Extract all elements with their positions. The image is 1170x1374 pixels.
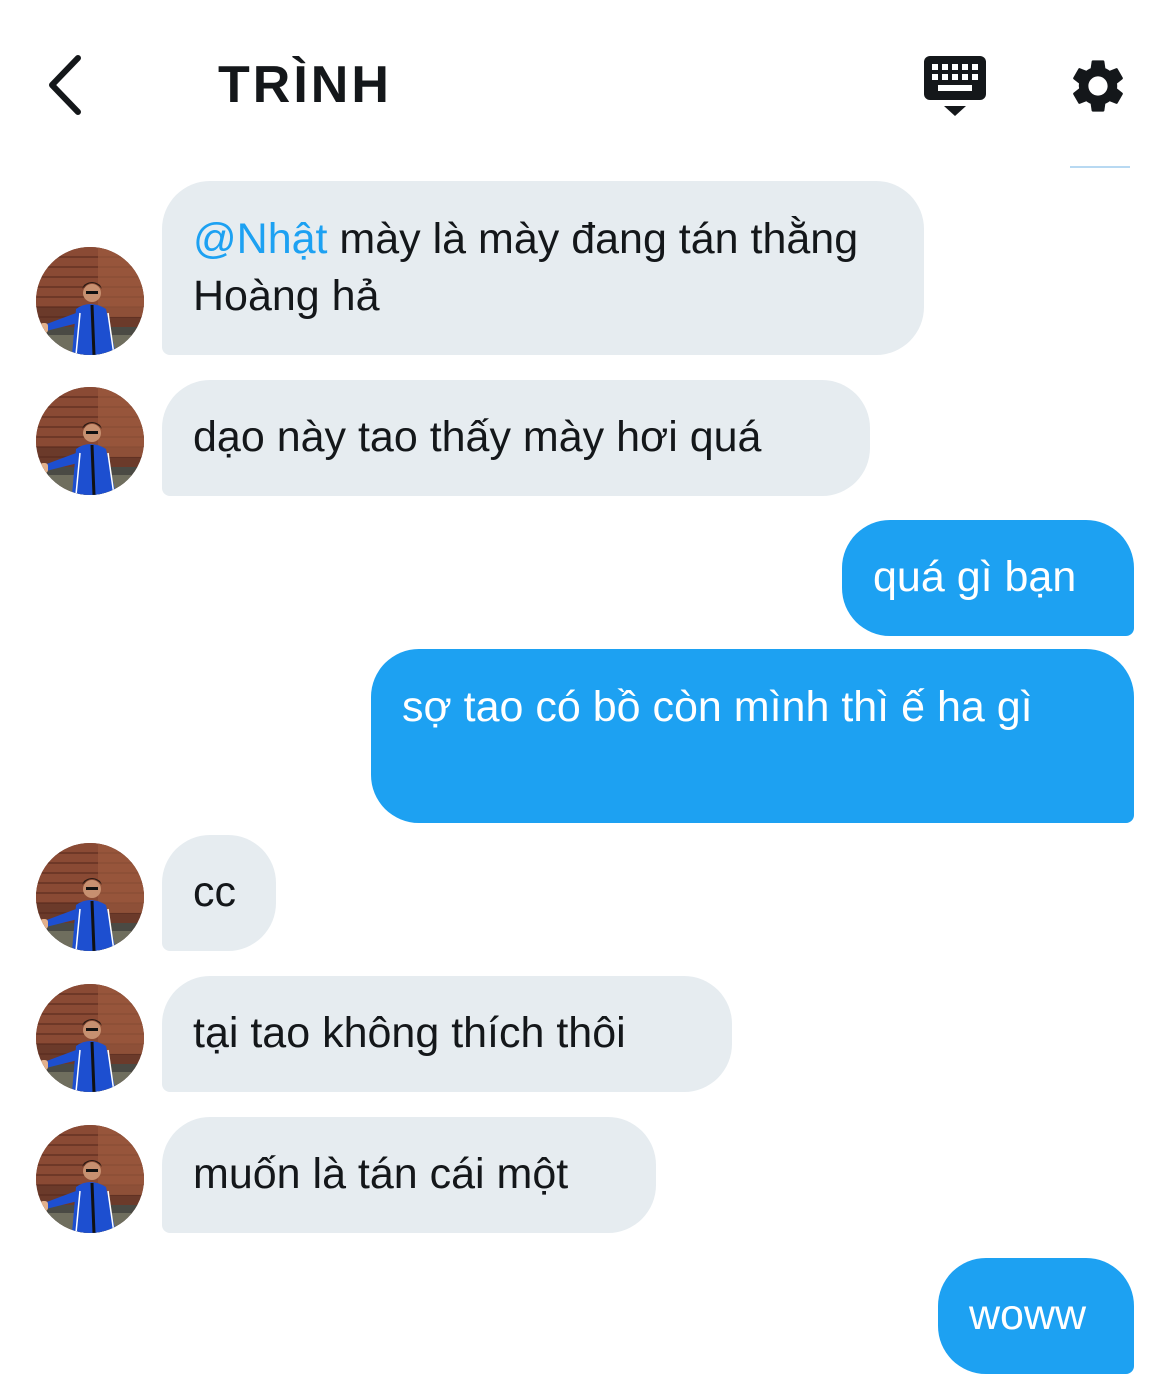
incoming-message[interactable]: cc [162, 835, 276, 951]
message-text: cc [193, 868, 236, 916]
outgoing-message[interactable]: quá gì bạn [842, 520, 1134, 636]
gear-icon [1073, 60, 1123, 112]
scroll-indicator [1070, 166, 1130, 168]
message-text: woww [969, 1291, 1087, 1339]
user-mention-link[interactable]: @Nhật [193, 215, 327, 263]
message-text: muốn là tán cái một [193, 1150, 569, 1198]
chat-header: TRÌNH [0, 0, 1170, 168]
incoming-message[interactable]: tại tao không thích thôi [162, 976, 732, 1092]
chevron-left-icon [49, 55, 81, 115]
incoming-message[interactable]: dạo này tao thấy mày hơi quá [162, 380, 870, 496]
incoming-message[interactable]: muốn là tán cái một [162, 1117, 656, 1233]
message-text: dạo này tao thấy mày hơi quá [193, 413, 762, 461]
outgoing-message[interactable]: sợ tao có bồ còn mình thì ế ha gì [371, 649, 1134, 823]
keyboard-icon [924, 56, 986, 116]
sender-avatar[interactable] [36, 1125, 144, 1233]
avatar-photo [36, 1125, 144, 1233]
avatar-photo [36, 247, 144, 355]
avatar-photo [36, 387, 144, 495]
conversation-title[interactable]: TRÌNH [218, 54, 392, 116]
message-text: quá gì bạn [873, 553, 1077, 601]
sender-avatar[interactable] [36, 387, 144, 495]
avatar-photo [36, 843, 144, 951]
keyboard-toggle-button[interactable] [920, 52, 990, 122]
avatar-photo [36, 984, 144, 1092]
sender-avatar[interactable] [36, 843, 144, 951]
sender-avatar[interactable] [36, 247, 144, 355]
message-text: tại tao không thích thôi [193, 1009, 626, 1057]
message-text: sợ tao có bồ còn mình thì ế ha gì [402, 683, 1033, 731]
settings-button[interactable] [1066, 54, 1130, 118]
outgoing-message[interactable]: woww [938, 1258, 1134, 1374]
sender-avatar[interactable] [36, 984, 144, 1092]
incoming-message[interactable]: @Nhật mày là mày đang tán thằng Hoàng hả [162, 181, 924, 355]
back-button[interactable] [40, 50, 100, 120]
